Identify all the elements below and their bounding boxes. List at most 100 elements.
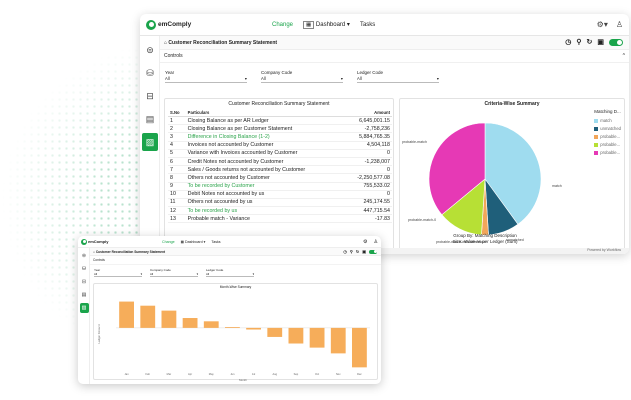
bar-Oct[interactable] (309, 327, 325, 348)
filter-icon[interactable]: ⚲ (576, 38, 581, 46)
bar-tick-label: Sep (294, 372, 299, 376)
table-row[interactable]: 5 Variance with Invoices accounted by Cus… (168, 149, 392, 158)
refresh-icon[interactable]: ↻ (587, 38, 593, 46)
w2-filter-ledger[interactable]: Ledger Code All ▾ (206, 268, 254, 277)
home-icon[interactable]: ⌂ (164, 40, 167, 46)
sidebar-item-reconciliation[interactable]: ⊜ (142, 41, 158, 59)
w2-logo-icon (81, 238, 87, 245)
w2-sidebar-item-database[interactable]: ⛁ (80, 264, 89, 274)
bar-Dec[interactable] (352, 327, 367, 368)
filter-ledger-select[interactable]: All ▾ (357, 75, 439, 83)
panels: Customer Reconciliation Summary Statemen… (164, 98, 625, 250)
nav-tasks[interactable]: Tasks (360, 22, 375, 28)
w2-filter-company-select[interactable]: All ▾ (150, 272, 198, 277)
table-row[interactable]: 12 To be recorded by us 447,715.54 (168, 206, 392, 216)
brand-logo[interactable]: emComply (146, 19, 191, 30)
main-window: emComply Change ▦ Dashboard ▾ Tasks ⚙▾ ♙… (140, 14, 629, 254)
mode-toggle[interactable] (609, 38, 623, 46)
w2-filter-company[interactable]: Company Code All ▾ (150, 268, 198, 277)
pie-chart: matchprobable-matchprobable-match-0proba… (402, 122, 562, 244)
sidebar-item-database[interactable]: ⛁ (142, 64, 158, 82)
w2-nav-dashboard-label: Dashboard (185, 239, 203, 244)
w2-refresh-icon[interactable]: ↻ (356, 249, 359, 254)
sidebar-item-reports[interactable]: ⊟ (142, 87, 158, 105)
filter-company-select[interactable]: All ▾ (261, 75, 343, 83)
table-row[interactable]: 7 Sales / Goods returns not accounted by … (168, 165, 392, 175)
col-amount[interactable]: Amount (344, 109, 392, 117)
legend-item[interactable]: probable... (594, 142, 621, 147)
bar-Mar[interactable] (161, 310, 177, 328)
filters: Year All ▾ Company Code All ▾ Ledger Code … (160, 63, 629, 83)
col-sno[interactable]: S.No (168, 109, 186, 117)
w2-controls-header[interactable]: Controls (90, 256, 381, 265)
w2-settings-icon[interactable]: ⚙ (363, 239, 367, 245)
legend-item[interactable]: unmatched (594, 126, 621, 131)
w2-nav-tasks[interactable]: Tasks (211, 240, 220, 244)
bar-Jan[interactable] (119, 301, 134, 328)
table-row[interactable]: 9 To be recorded by Customer 755,533.02 (168, 182, 392, 191)
w2-sidebar-item-dashboard[interactable]: ▨ (79, 303, 89, 313)
main-content: Controls ^ Year All ▾ Company Code All ▾ Le… (160, 50, 629, 254)
legend-item[interactable]: match (594, 118, 621, 123)
bar-Sep[interactable] (288, 327, 304, 344)
w2-sidebar-item-reconciliation[interactable]: ⊜ (80, 251, 89, 261)
table-row[interactable]: 6 Credit Notes not accounted by Customer -… (168, 157, 392, 167)
clock-icon[interactable]: ◷ (565, 38, 571, 46)
bar-x-label: Month (239, 378, 247, 382)
table-row[interactable]: 10 Debit Notes not accounted by us 0 (168, 190, 392, 199)
legend-item[interactable]: probable... (594, 150, 621, 155)
bar-Aug[interactable] (267, 327, 283, 337)
bar-Jul[interactable] (246, 327, 261, 330)
sidebar-item-documents[interactable]: ▤ (142, 110, 158, 128)
w2-filter-year-select[interactable]: All ▾ (94, 272, 142, 277)
table-row[interactable]: 11 Others not accounted by us 245,174.55 (168, 198, 392, 208)
legend-item[interactable]: probable... (594, 134, 621, 139)
w2-nav-dashboard[interactable]: ▦ Dashboard ▾ (181, 240, 206, 244)
bar-tick-label: Jan (124, 372, 129, 376)
filter-year[interactable]: Year All ▾ (165, 70, 247, 83)
cell-particulars: Difference in Closing Balance (1-2) (185, 132, 345, 142)
bar-Nov[interactable] (330, 327, 346, 354)
dashboard-icon: ▦ (303, 21, 315, 29)
w2-sidebar-item-documents[interactable]: ▤ (80, 290, 89, 300)
cell-sno: 13 (168, 214, 186, 224)
w2-filter-ledger-select[interactable]: All ▾ (206, 272, 254, 277)
user-icon[interactable]: ♙ (616, 20, 623, 29)
pie-panel: Criteria-Wise Summary match probable-matc… (399, 98, 625, 250)
bar-Feb[interactable] (140, 305, 156, 328)
w2-sidebar-item-reports[interactable]: ⊟ (80, 277, 89, 287)
table-row[interactable]: 13 Probable match - Variance -17.83 (168, 214, 392, 224)
table-row[interactable]: 4 Invoices not accounted by Customer 4,504… (168, 141, 392, 150)
w2-home-icon[interactable]: ⌂ (93, 250, 95, 254)
sidebar-item-dashboard[interactable]: ▨ (142, 133, 158, 151)
controls-header[interactable]: Controls ^ (160, 50, 629, 63)
w2-mode-toggle[interactable] (369, 249, 377, 254)
table-row[interactable]: 8 Others not accounted by Customer -2,250,… (168, 173, 392, 183)
table-row[interactable]: 3 Difference in Closing Balance (1-2) 5,88… (168, 132, 392, 142)
bar-tick-label: Jun (230, 372, 235, 376)
save-icon[interactable]: ▣ (597, 38, 604, 46)
bar-Jun[interactable] (225, 327, 240, 328)
filter-ledger-code[interactable]: Ledger Code All ▾ (357, 70, 439, 83)
filter-year-select[interactable]: All ▾ (165, 75, 247, 83)
cell-amount: 0 (344, 149, 392, 158)
collapse-icon[interactable]: ^ (623, 53, 625, 59)
w2-user-icon[interactable]: ♙ (374, 239, 378, 245)
w2-filter-icon[interactable]: ⚲ (350, 249, 353, 254)
bar-Apr[interactable] (182, 318, 198, 328)
filter-company-code[interactable]: Company Code All ▾ (261, 70, 343, 83)
bar-May[interactable] (203, 321, 219, 328)
nav-dashboard[interactable]: ▦ Dashboard ▾ (303, 21, 350, 29)
table-row[interactable]: 2 Closing Balance as per Customer Stateme… (168, 124, 392, 134)
w2-brand-logo[interactable]: emComply (81, 238, 108, 245)
settings-icon[interactable]: ⚙▾ (597, 20, 608, 29)
w2-clock-icon[interactable]: ◷ (343, 249, 347, 254)
table-row[interactable]: 1 Closing Balance as per AR Ledger 6,645,0… (168, 116, 392, 126)
nav-change[interactable]: Change (272, 22, 293, 28)
w2-save-icon[interactable]: ▣ (362, 249, 366, 254)
w2-filter-year[interactable]: Year All ▾ (94, 268, 142, 277)
w2-page-title: Customer Reconciliation Summary Statemen… (95, 249, 166, 254)
col-particulars[interactable]: Particulars (185, 109, 345, 117)
w2-nav-change[interactable]: Change (162, 240, 175, 244)
w2-filters: Year All ▾ Company Code All ▾ Ledger Code … (90, 265, 381, 277)
